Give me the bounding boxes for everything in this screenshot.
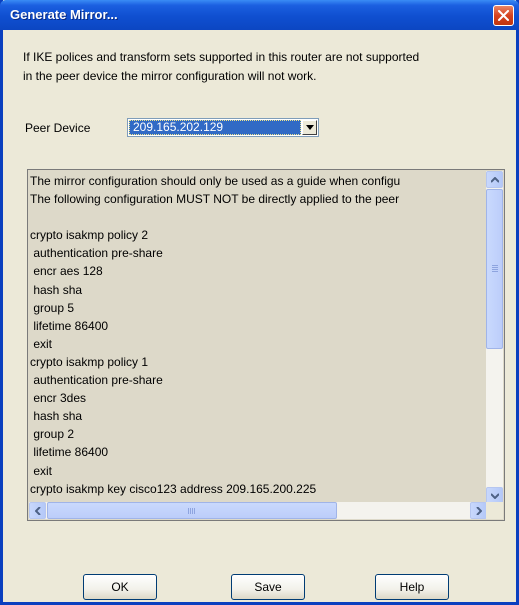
config-line: encr aes 128 (30, 264, 103, 279)
mirror-config-textarea[interactable]: The mirror configuration should only be … (27, 169, 505, 521)
ok-button[interactable]: OK (83, 574, 157, 600)
config-line: group 2 (30, 427, 75, 442)
vertical-scroll-thumb[interactable] (486, 189, 503, 349)
close-button[interactable] (493, 5, 514, 26)
config-line: authentication pre-share (30, 373, 163, 388)
title-bar[interactable]: Generate Mirror... (0, 0, 519, 30)
config-line: The following configuration MUST NOT be … (30, 192, 400, 207)
help-button[interactable]: Help (375, 574, 449, 600)
scroll-up-button[interactable] (486, 171, 503, 188)
config-line: crypto isakmp policy 2 (30, 228, 149, 243)
close-icon (498, 10, 509, 21)
config-line: hash sha (30, 282, 83, 297)
peer-device-value[interactable]: 209.165.202.129 (129, 120, 301, 135)
peer-device-select[interactable]: 209.165.202.129 (127, 118, 319, 137)
scroll-left-button[interactable] (29, 502, 46, 519)
scroll-right-button[interactable] (470, 502, 487, 519)
arrow-down-icon (491, 493, 499, 499)
config-line: authentication pre-share (30, 246, 163, 261)
config-line: encr 3des (30, 391, 87, 406)
chevron-down-icon (306, 125, 314, 130)
config-line: hash sha (30, 409, 83, 424)
config-line (30, 208, 487, 226)
peer-device-label: Peer Device (25, 121, 91, 135)
save-button[interactable]: Save (231, 574, 305, 600)
config-line: exit (30, 336, 53, 351)
horizontal-scroll-thumb[interactable] (47, 502, 337, 519)
config-line: exit (30, 463, 53, 478)
vertical-scrollbar[interactable] (486, 171, 503, 504)
config-line: crypto isakmp key cisco123 address 209.1… (30, 481, 317, 496)
generate-mirror-dialog: Generate Mirror... If IKE polices and tr… (0, 0, 519, 605)
horizontal-scrollbar[interactable] (29, 502, 487, 519)
config-text: The mirror configuration should only be … (30, 172, 487, 502)
scrollbar-corner (486, 502, 503, 519)
peer-device-dropdown-button[interactable] (302, 120, 317, 135)
config-line: lifetime 86400 (30, 318, 109, 333)
config-line: The mirror configuration should only be … (30, 174, 401, 188)
arrow-right-icon (476, 507, 482, 515)
warning-message: If IKE polices and transform sets suppor… (23, 50, 420, 83)
arrow-up-icon (491, 177, 499, 183)
arrow-left-icon (35, 507, 41, 515)
config-line: group 5 (30, 300, 75, 315)
window-title: Generate Mirror... (10, 7, 118, 22)
config-line: lifetime 86400 (30, 445, 109, 460)
config-line: crypto isakmp policy 1 (30, 354, 149, 369)
